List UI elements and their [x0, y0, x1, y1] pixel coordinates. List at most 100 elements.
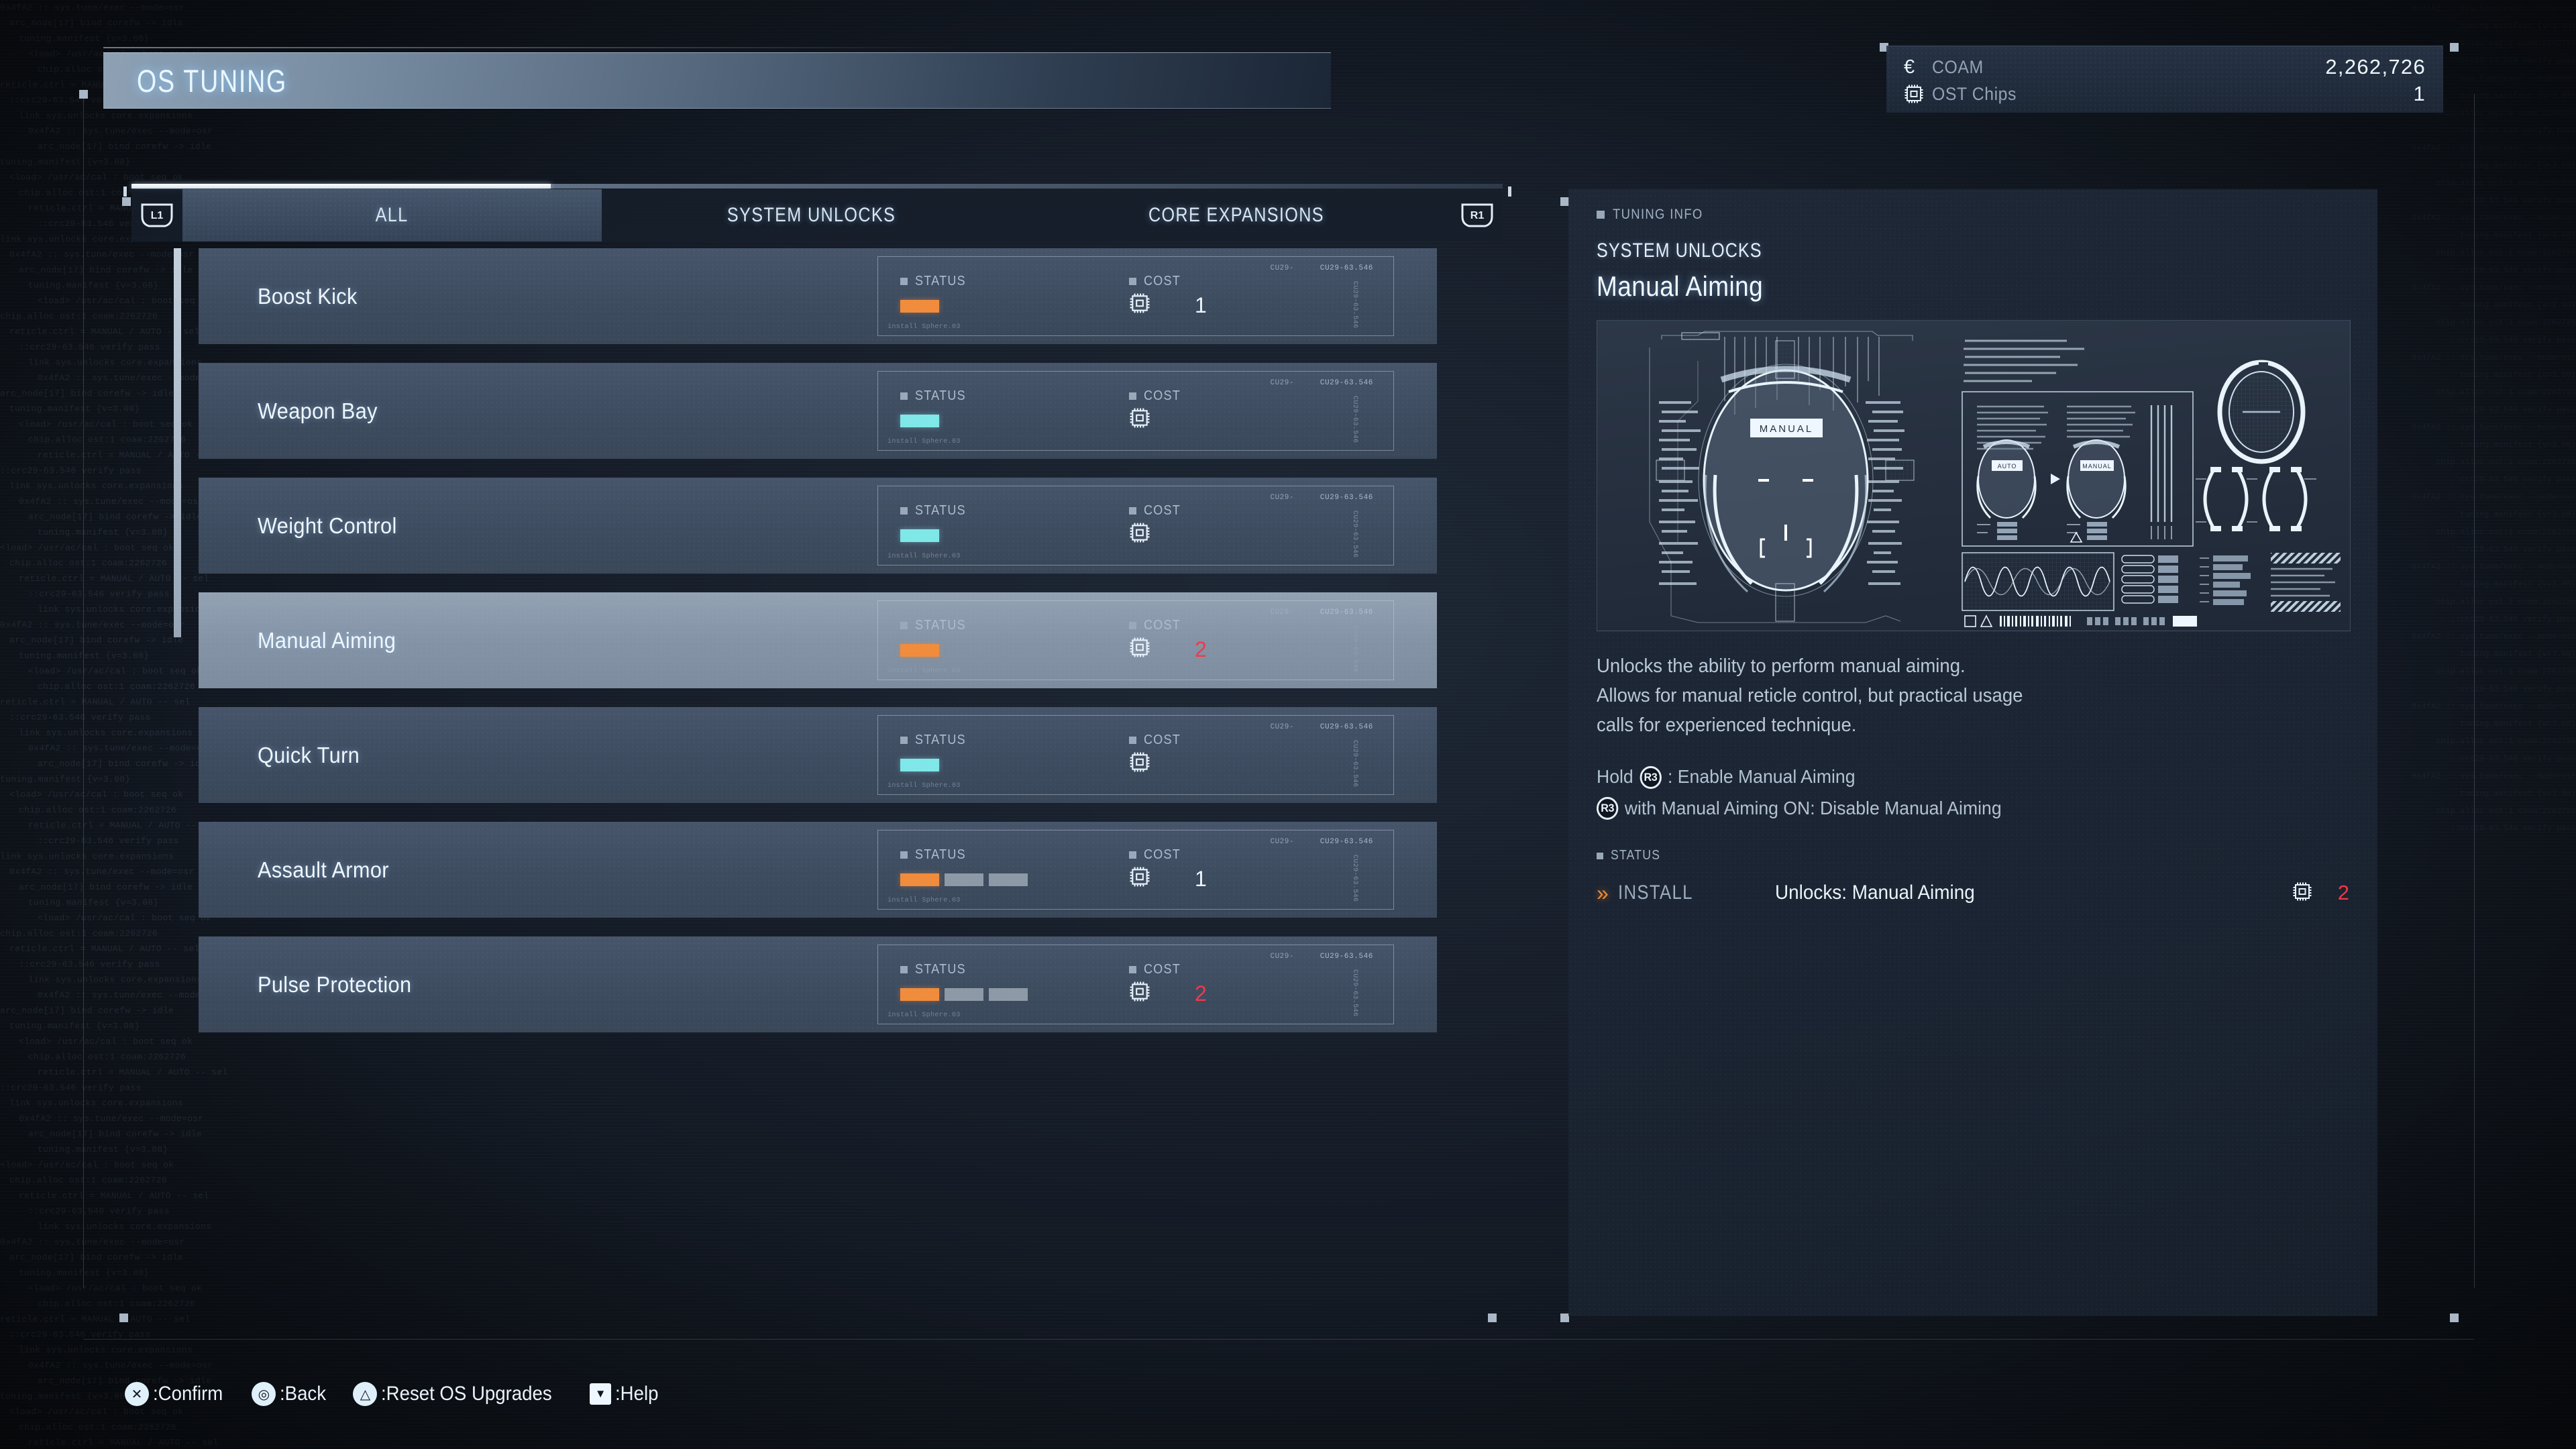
kicker-blip-icon: [1597, 211, 1605, 219]
tuning-row-quick-turn[interactable]: Quick Turn CU29- CU29-63.546 CU29-63.546 ins…: [199, 707, 1437, 803]
install-cost-wrap: 2: [2292, 881, 2349, 905]
cost-header: COST: [1129, 733, 1185, 748]
footer-hint: △:Reset OS Upgrades: [353, 1382, 567, 1406]
header-blip-icon: [1129, 737, 1136, 744]
hint-line-1: Hold R3 : Enable Manual Aiming: [1597, 763, 2312, 792]
gamepad-button-icon: ✕: [125, 1382, 149, 1406]
r3-button-icon: R3: [1640, 765, 1662, 789]
gamepad-button-icon: ◎: [252, 1382, 276, 1406]
tab-all-label: ALL: [376, 204, 409, 226]
header-blip-icon: [1129, 392, 1136, 400]
status-header: STATUS: [900, 618, 971, 633]
tuning-row-statusbox: CU29- CU29-63.546 CU29-63.546 install Spher…: [877, 371, 1394, 451]
tab-all[interactable]: ALL: [182, 189, 602, 241]
header-blip-icon: [900, 392, 908, 400]
tab-core-expansions[interactable]: CORE EXPANSIONS: [1021, 189, 1452, 241]
header-blip-icon: [900, 851, 908, 859]
tab-progress-track: [131, 184, 1503, 189]
chip-icon: [1129, 751, 1150, 776]
install-row[interactable]: » INSTALL Unlocks: Manual Aiming 2: [1597, 874, 2349, 912]
header-blip-icon: [1129, 966, 1136, 973]
status-segments: [900, 300, 939, 313]
statusbox-micro-side: CU29-63.546: [1350, 281, 1358, 329]
status-segment: [900, 873, 939, 886]
bumper-r1-icon[interactable]: R1: [1452, 189, 1503, 241]
statusbox-micro-right: CU29-63.546: [1320, 953, 1373, 961]
statusbox-micro-side: CU29-63.546: [1350, 396, 1358, 443]
frame-mark-cur-r: [2450, 43, 2459, 52]
tuning-list: Boost Kick CU29- CU29-63.546 CU29-63.546 ins…: [131, 241, 1503, 1316]
cost-header: COST: [1129, 847, 1185, 863]
cost-header-label: COST: [1144, 618, 1181, 633]
status-header: STATUS: [900, 503, 971, 519]
tuning-row-pulse-protection[interactable]: Pulse Protection CU29- CU29-63.546 CU29-63.…: [199, 936, 1437, 1032]
cost-header: COST: [1129, 388, 1185, 404]
statusbox-micro-left: CU29-: [1270, 608, 1294, 616]
status-segments: [900, 415, 939, 427]
status-segment: [900, 415, 939, 427]
cost-wrap: [1129, 751, 1195, 776]
chip-icon: [1129, 522, 1150, 547]
statusbox-micro-right: CU29-63.546: [1320, 838, 1373, 846]
coam-label: COAM: [1932, 56, 1984, 77]
cost-wrap: 1: [1129, 866, 1207, 891]
statusbox-micro-side: CU29-63.546: [1350, 969, 1358, 1017]
cost-wrap: 1: [1129, 292, 1207, 317]
info-status-header: STATUS: [1597, 848, 2349, 863]
frame-mark-tl2: [122, 197, 131, 206]
currency-row-coam: € COAM 2,262,726: [1904, 54, 2426, 80]
cost-header: COST: [1129, 503, 1185, 519]
tuning-row-assault-armor[interactable]: Assault Armor CU29- CU29-63.546 CU29-63.546…: [199, 822, 1437, 918]
header-blip-icon: [900, 278, 908, 285]
cost-value: 2: [1195, 637, 1207, 661]
footer-hint: ◎:Back: [252, 1382, 330, 1406]
cost-wrap: [1129, 522, 1195, 547]
header-blip-icon: [1129, 278, 1136, 285]
tuning-row-boost-kick[interactable]: Boost Kick CU29- CU29-63.546 CU29-63.546 ins…: [199, 248, 1437, 344]
status-segment: [900, 300, 939, 313]
tuning-row-weapon-bay[interactable]: Weapon Bay CU29- CU29-63.546 CU29-63.546 ins…: [199, 363, 1437, 459]
tuning-row-statusbox: CU29- CU29-63.546 CU29-63.546 install Spher…: [877, 486, 1394, 566]
hint-1-post: : Enable Manual Aiming: [1668, 766, 1856, 788]
status-segment: [900, 759, 939, 771]
tuning-row-weight-control[interactable]: Weight Control CU29- CU29-63.546 CU29-63.54…: [199, 478, 1437, 574]
frame-mark-bl: [119, 1313, 128, 1322]
cost-value: 2: [1195, 981, 1207, 1006]
list-scrollbar[interactable]: [174, 248, 181, 637]
statusbox-micro-right: CU29-63.546: [1320, 494, 1373, 502]
gamepad-button-icon: ▼: [590, 1383, 612, 1405]
ost-chips-value: 1: [2413, 82, 2426, 105]
info-description-line: Unlocks the ability to perform manual ai…: [1597, 655, 1966, 677]
tuning-row-name: Quick Turn: [258, 742, 360, 767]
statusbox-micro-corner: install Sphere.03: [888, 323, 961, 331]
svg-text:AUTO: AUTO: [1998, 463, 2017, 470]
status-segment: [989, 988, 1028, 1001]
footer-hint: ✕:Confirm: [125, 1382, 229, 1406]
header-blip-icon: [1129, 507, 1136, 515]
cost-header-label: COST: [1144, 388, 1181, 403]
status-segments: [900, 644, 939, 657]
tuning-row-statusbox: CU29- CU29-63.546 CU29-63.546 install Spher…: [877, 600, 1394, 680]
statusbox-micro-corner: install Sphere.03: [888, 782, 961, 790]
install-cost-value: 2: [2337, 881, 2349, 905]
footer-hint: ▼:Help: [590, 1383, 662, 1405]
install-label: INSTALL: [1617, 881, 1693, 904]
status-blip-icon: [1597, 852, 1603, 859]
bumper-l1-icon[interactable]: L1: [131, 189, 182, 241]
tab-core-expansions-label: CORE EXPANSIONS: [1148, 204, 1324, 226]
frame-hairline-left: [83, 94, 84, 1288]
tab-system-unlocks[interactable]: SYSTEM UNLOCKS: [602, 189, 1021, 241]
cost-wrap: 2: [1129, 981, 1207, 1006]
status-header-label: STATUS: [915, 733, 966, 747]
info-description-line: Allows for manual reticle control, but p…: [1597, 685, 2023, 707]
tuning-row-manual-aiming[interactable]: Manual Aiming CU29- CU29-63.546 CU29-63.546…: [199, 592, 1437, 688]
tab-progress-cap-left: [123, 186, 127, 197]
footer-hint-label: :Help: [615, 1383, 659, 1405]
statusbox-micro-side: CU29-63.546: [1350, 625, 1358, 673]
chip-icon: [1129, 407, 1150, 432]
tuning-info-kicker-label: TUNING INFO: [1613, 207, 1703, 222]
tab-bar: L1 ALL SYSTEM UNLOCKS CORE EXPANSIONS R1: [131, 189, 1503, 241]
status-header-label: STATUS: [915, 847, 966, 862]
status-segments: [900, 529, 939, 542]
header-blip-icon: [900, 737, 908, 744]
